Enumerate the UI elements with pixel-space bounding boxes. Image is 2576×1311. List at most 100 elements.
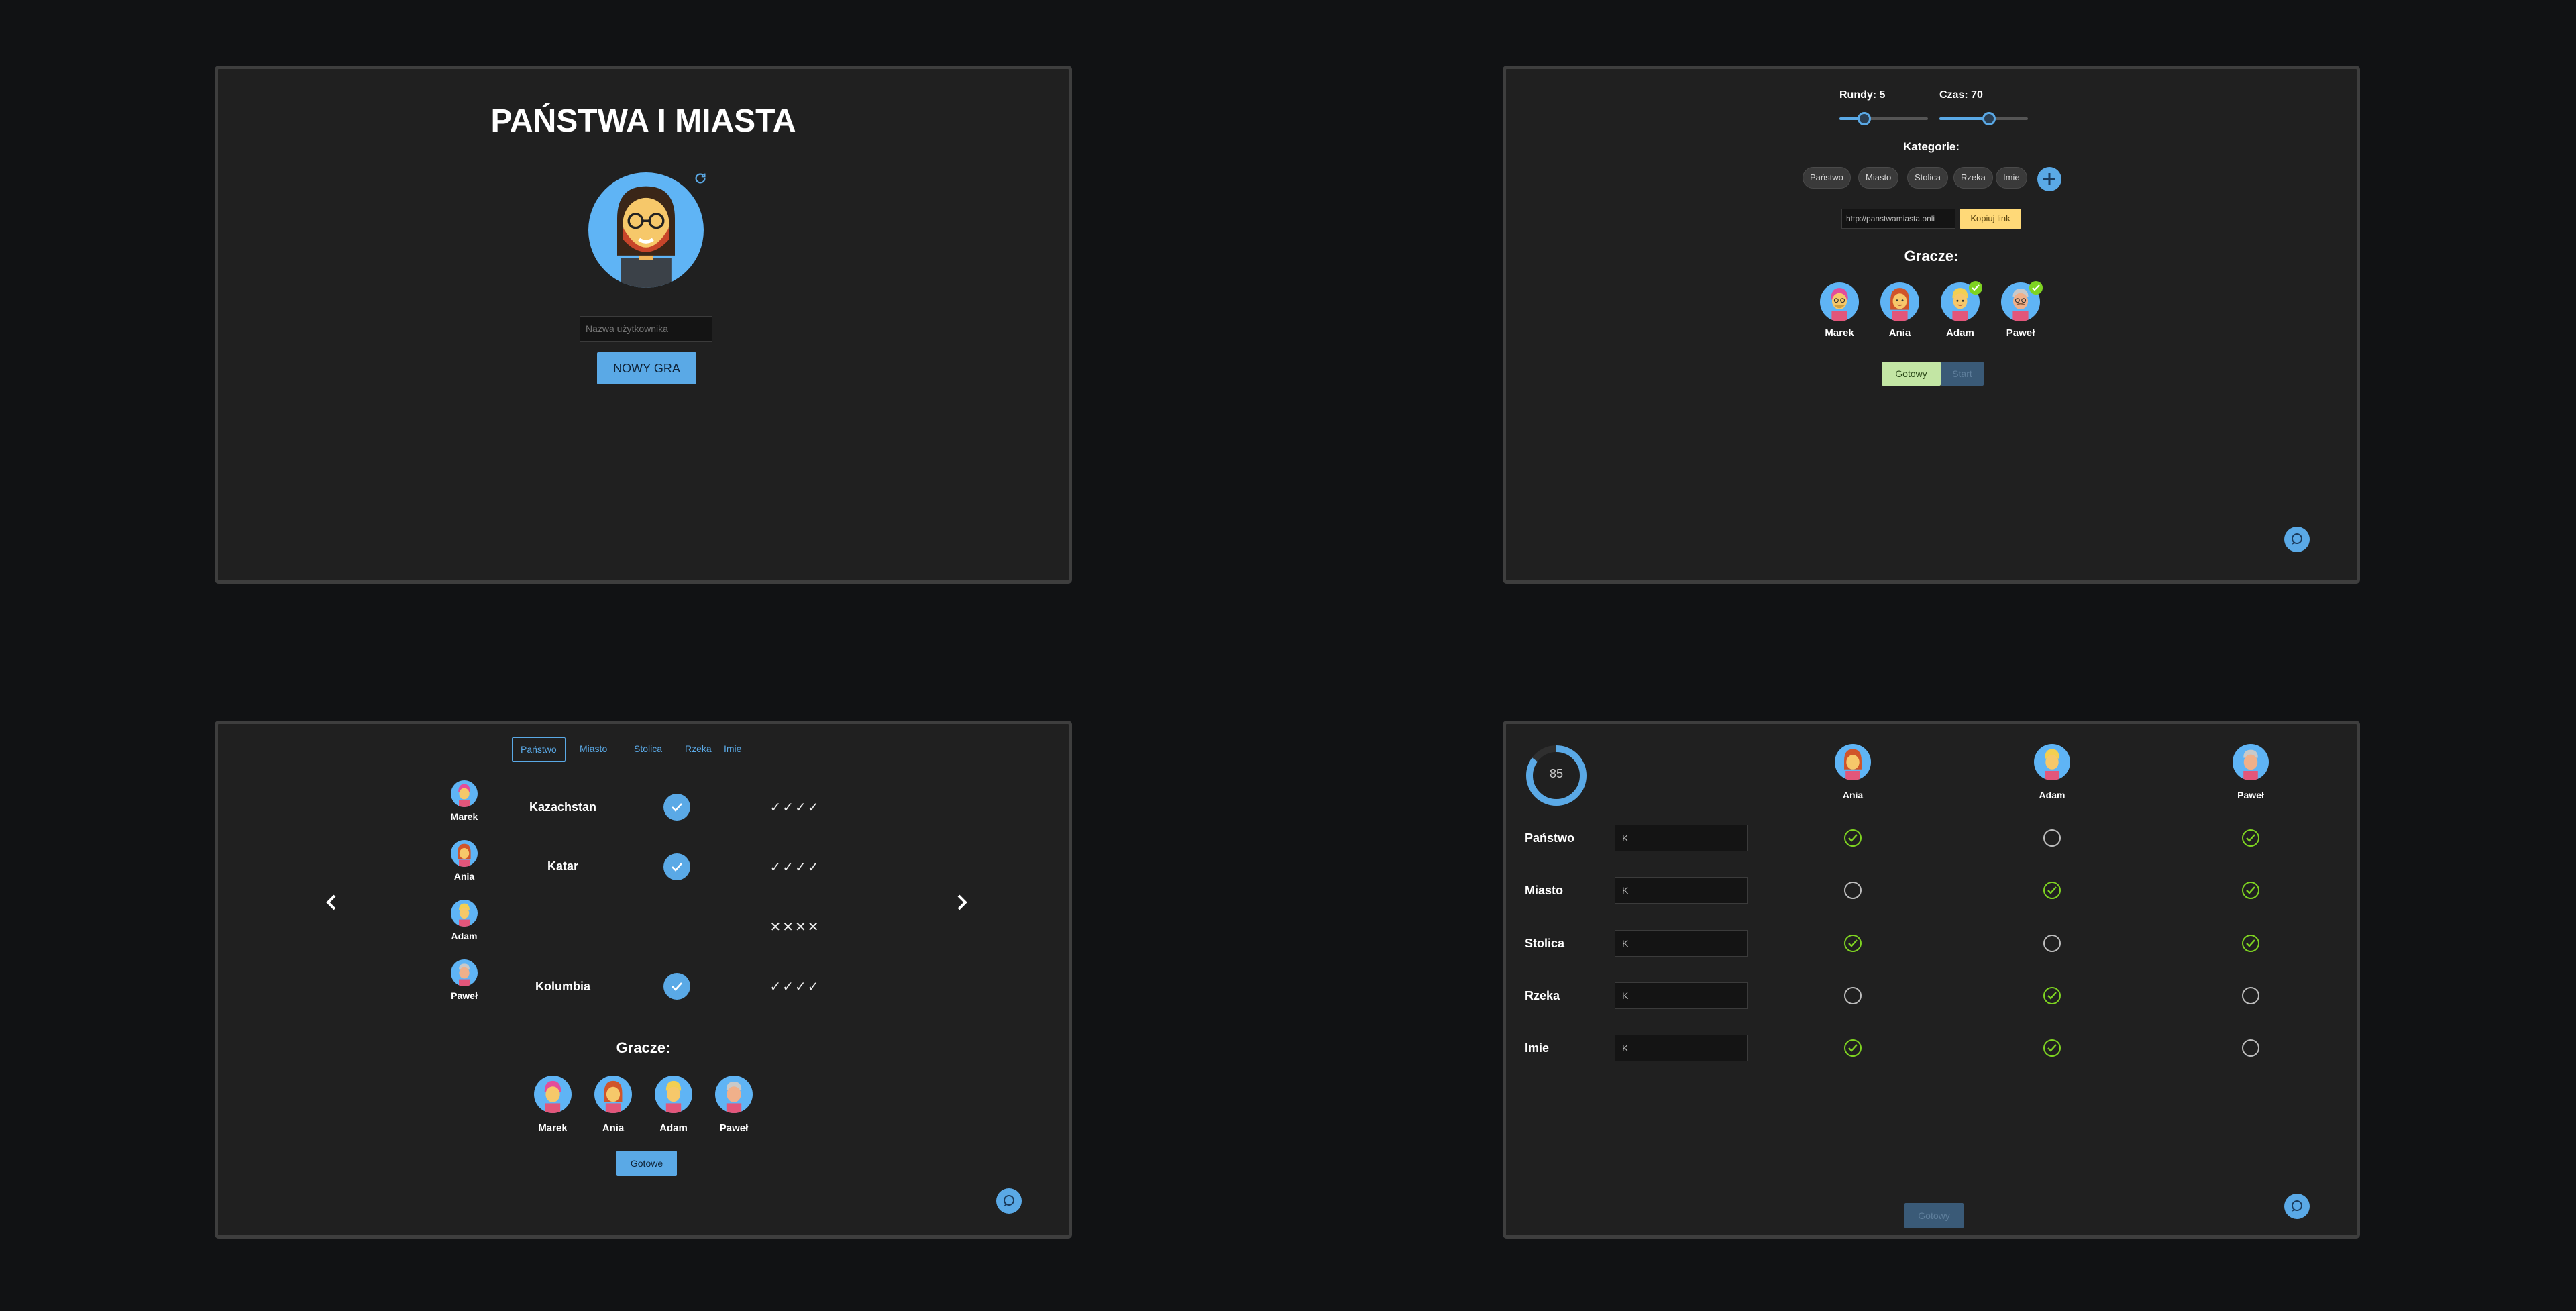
check-circle-icon — [1843, 1038, 1863, 1058]
check-circle-icon — [1843, 828, 1863, 848]
lobby-panel: Rundy: 5 Czas: 70 Kategorie: Państwo Mia… — [1503, 66, 2360, 584]
username-input[interactable] — [580, 316, 712, 342]
accepted-check-icon[interactable] — [663, 794, 690, 821]
chat-button[interactable] — [2284, 1194, 2310, 1219]
rounds-slider-thumb[interactable] — [1858, 112, 1871, 125]
player-name: Paweł — [2006, 327, 2035, 339]
player-avatar-pawel — [451, 959, 478, 986]
time-label: Czas: 70 — [1939, 89, 1983, 101]
user-avatar[interactable] — [588, 172, 704, 288]
countdown-timer: 85 — [1525, 744, 1588, 807]
check-circle-icon — [2042, 880, 2062, 900]
done-button[interactable]: Gotowe — [616, 1151, 677, 1176]
game-link-field[interactable]: http://panstwamiasta.onli — [1841, 209, 1955, 229]
new-game-button[interactable]: NOWY GRA — [597, 352, 696, 384]
player-avatar-adam — [655, 1076, 692, 1113]
tab-miasto[interactable]: Miasto — [572, 737, 615, 762]
player-avatar-ania — [1835, 744, 1871, 780]
start-button[interactable]: Start — [1941, 362, 1984, 386]
check-circle-icon — [2241, 828, 2261, 848]
category-label: Imie — [1525, 1041, 1550, 1055]
chat-button[interactable] — [996, 1188, 1022, 1214]
answer-input[interactable]: K — [1615, 877, 1748, 904]
timer-value: 85 — [1549, 767, 1564, 780]
chat-button[interactable] — [2284, 527, 2310, 552]
player-avatar-ania — [594, 1076, 632, 1113]
row-player-name: Adam — [451, 931, 478, 941]
category-label: Rzeka — [1525, 989, 1560, 1002]
player-avatar-ania — [451, 840, 478, 867]
empty-circle-icon — [2241, 986, 2261, 1006]
votes-display: ✕✕✕✕ — [769, 920, 820, 935]
check-circle-icon — [2241, 880, 2261, 900]
copy-link-button[interactable]: Kopiuj link — [1960, 209, 2021, 229]
player-name: Ania — [1842, 790, 1864, 800]
rounds-label: Rundy: 5 — [1839, 89, 1886, 101]
tab-imie[interactable]: Imie — [716, 737, 749, 762]
category-chip-stolica[interactable]: Stolica — [1907, 167, 1949, 189]
ready-button[interactable]: Gotowy — [1882, 362, 1941, 386]
tab-panstwo[interactable]: Państwo — [512, 737, 566, 762]
check-circle-icon — [2042, 986, 2062, 1006]
refresh-avatar-icon[interactable] — [693, 171, 708, 186]
chat-icon — [2292, 533, 2302, 545]
category-label: Stolica — [1525, 937, 1565, 950]
category-chip-rzeka[interactable]: Rzeka — [1953, 167, 1993, 189]
player-avatar-pawel — [715, 1076, 753, 1113]
check-circle-icon — [2042, 1038, 2062, 1058]
answer-text: Kolumbia — [535, 980, 590, 993]
players-label: Gracze: — [616, 1039, 671, 1056]
check-circle-icon — [1843, 933, 1863, 953]
empty-circle-icon — [2042, 933, 2062, 953]
category-label: Miasto — [1525, 884, 1564, 897]
player-name: Adam — [2039, 790, 2065, 800]
answer-text: Katar — [547, 859, 579, 873]
category-chip-miasto[interactable]: Miasto — [1858, 167, 1899, 189]
previous-arrow-icon[interactable] — [323, 890, 341, 914]
login-panel: PAŃSTWA I MIASTA NOWY GRA — [215, 66, 1072, 584]
chat-icon — [1004, 1195, 1014, 1206]
player-avatar-ania — [1880, 282, 1919, 321]
add-category-button[interactable] — [2037, 167, 2061, 191]
category-chip-imie[interactable]: Imie — [1996, 167, 2027, 189]
empty-circle-icon — [2042, 828, 2062, 848]
answers-panel: 85 Ania Adam Paweł Państwo K Miasto K Stolic… — [1503, 721, 2360, 1239]
answer-input[interactable]: K — [1615, 825, 1748, 851]
player-avatar-marek — [534, 1076, 572, 1113]
empty-circle-icon — [1843, 880, 1863, 900]
votes-display: ✓✓✓✓ — [769, 980, 820, 994]
row-player-name: Ania — [453, 871, 475, 882]
empty-circle-icon — [1843, 986, 1863, 1006]
categories-label: Kategorie: — [1902, 140, 1960, 153]
voting-panel: Państwo Miasto Stolica Rzeka Imie Marek … — [215, 721, 1072, 1239]
player-avatar-adam — [451, 900, 478, 927]
empty-circle-icon — [2241, 1038, 2261, 1058]
game-title: PAŃSTWA I MIASTA — [490, 103, 796, 139]
accepted-check-icon[interactable] — [663, 853, 690, 880]
answer-input[interactable]: K — [1615, 930, 1748, 957]
votes-display: ✓✓✓✓ — [769, 800, 820, 815]
tab-rzeka[interactable]: Rzeka — [677, 737, 720, 762]
category-label: Państwo — [1525, 831, 1575, 845]
answer-input[interactable]: K — [1615, 1035, 1748, 1061]
player-avatar-marek — [1820, 282, 1859, 321]
chat-icon — [2292, 1200, 2302, 1212]
player-avatar-pawel — [2233, 744, 2269, 780]
check-circle-icon — [2241, 933, 2261, 953]
player-name: Paweł — [719, 1122, 749, 1134]
ready-check-icon — [2029, 281, 2043, 295]
time-slider-thumb[interactable] — [1982, 112, 1996, 125]
category-chip-panstwo[interactable]: Państwo — [1803, 167, 1851, 189]
accepted-check-icon[interactable] — [663, 973, 690, 1000]
row-player-name: Paweł — [451, 990, 478, 1001]
row-player-name: Marek — [450, 811, 478, 822]
ready-button[interactable]: Gotowy — [1904, 1203, 1964, 1228]
answer-text: Kazachstan — [529, 800, 597, 814]
tab-stolica[interactable]: Stolica — [626, 737, 670, 762]
players-label: Gracze: — [1904, 248, 1959, 264]
plus-icon — [2043, 173, 2055, 185]
player-avatar-adam — [2034, 744, 2070, 780]
ready-check-icon — [1969, 281, 1982, 295]
next-arrow-icon[interactable] — [952, 890, 971, 914]
answer-input[interactable]: K — [1615, 982, 1748, 1009]
